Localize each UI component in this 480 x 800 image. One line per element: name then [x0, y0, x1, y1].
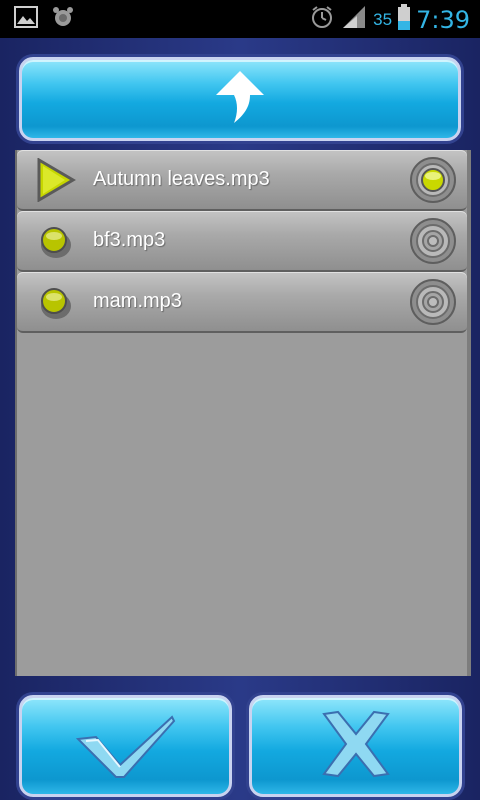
- file-name: bf3.mp3: [93, 229, 166, 251]
- file-name: Autumn leaves.mp3: [93, 168, 270, 190]
- radio-unselected[interactable]: [409, 278, 457, 326]
- battery-icon: [398, 4, 411, 35]
- checkmark-icon: [75, 709, 176, 784]
- file-row-bf3[interactable]: bf3.mp3: [17, 211, 467, 272]
- gallery-notification-icon: [14, 6, 38, 33]
- status-dot-icon: [35, 219, 77, 263]
- cancel-button[interactable]: [249, 695, 462, 797]
- alarm-notification-icon: [52, 6, 74, 33]
- status-bar: 35 7:39: [0, 0, 480, 38]
- confirm-button[interactable]: [19, 695, 232, 797]
- parent-folder-button[interactable]: [19, 57, 461, 141]
- up-arrow-icon: [210, 69, 270, 130]
- file-row-mam[interactable]: mam.mp3: [17, 272, 467, 333]
- file-list: Autumn leaves.mp3 bf3.mp3 mam.mp3: [15, 150, 471, 676]
- status-dot-icon: [35, 280, 77, 324]
- play-icon: [35, 157, 77, 203]
- signal-strength-icon: [341, 4, 367, 35]
- x-icon: [316, 708, 396, 785]
- radio-selected[interactable]: [409, 156, 457, 204]
- battery-level: 35: [373, 9, 393, 29]
- alarm-clock-icon: [309, 4, 335, 35]
- file-name: mam.mp3: [93, 290, 182, 312]
- clock: 7:39: [416, 5, 470, 34]
- file-row-autumn-leaves[interactable]: Autumn leaves.mp3: [17, 150, 467, 211]
- radio-unselected[interactable]: [409, 217, 457, 265]
